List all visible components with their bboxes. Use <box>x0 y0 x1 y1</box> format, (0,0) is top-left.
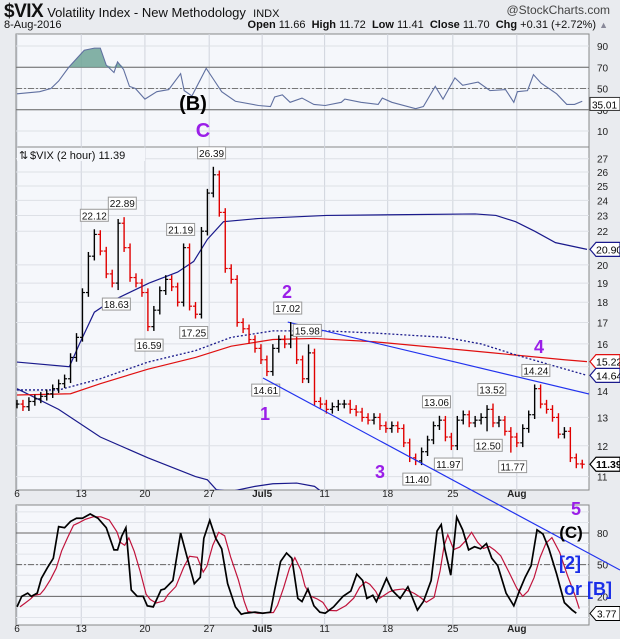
price-annotation: 11.97 <box>436 460 461 471</box>
price-tick-label: 18 <box>597 298 609 309</box>
price-annotation: 14.61 <box>253 386 278 397</box>
x-tick-label: Aug <box>507 489 526 500</box>
wave-label-w2: 2 <box>282 282 292 302</box>
wave-label-alt2: [2] <box>559 553 581 573</box>
price-annotation: 12.50 <box>476 441 501 452</box>
x-tick-label: 11 <box>319 489 330 500</box>
price-tick-label: 24 <box>597 196 609 207</box>
price-annotation: 17.02 <box>275 304 300 315</box>
x-tick-label: 11 <box>319 624 330 635</box>
price-annotation: 11.77 <box>500 463 525 474</box>
price-tick-label: 20 <box>597 261 609 272</box>
x-tick-label: Jul5 <box>252 624 272 635</box>
rsi-tick-label: 70 <box>597 63 609 74</box>
wave-label-w3: 3 <box>375 462 385 482</box>
x-tick-label: 6 <box>14 489 20 500</box>
price-annotation: 16.59 <box>137 341 162 352</box>
rsi-panel <box>15 33 590 148</box>
rsi-tick-label: 90 <box>597 42 609 53</box>
price-tick-label: 25 <box>597 182 609 193</box>
x-tick-label: 18 <box>382 624 394 635</box>
updown-icon: ⇅ <box>19 150 28 162</box>
x-tick-label: 25 <box>447 624 459 635</box>
price-annotation: 26.39 <box>199 149 224 160</box>
stoch-tick-label: 80 <box>597 529 609 540</box>
wave-label-w5: 5 <box>571 499 581 519</box>
price-tick-label: 17 <box>597 318 609 329</box>
price-annotation: 22.89 <box>110 199 135 210</box>
x-tick-label: 13 <box>76 489 88 500</box>
price-annotation: 15.98 <box>295 326 320 337</box>
price-annotation: 13.06 <box>424 398 449 409</box>
wave-label-w4: 4 <box>534 337 544 357</box>
price-annotation: 11.40 <box>405 475 430 486</box>
price-annotation: 18.63 <box>104 300 129 311</box>
x-tick-label: 25 <box>447 489 459 500</box>
price-last-value: 11.39 <box>596 459 620 471</box>
price-annotation: 22.12 <box>82 211 107 222</box>
price-annotation: 13.52 <box>479 386 504 397</box>
price-annotation: 21.19 <box>168 225 193 236</box>
x-tick-label: 6 <box>14 624 20 635</box>
x-tick-label: Jul5 <box>252 489 272 500</box>
x-tick-label: 20 <box>139 624 151 635</box>
x-tick-label: 13 <box>76 624 88 635</box>
x-tick-label: Aug <box>507 624 526 635</box>
price-legend: $VIX (2 hour) 11.39 <box>30 150 125 162</box>
rsi-last-value: 35.01 <box>592 100 617 111</box>
rsi-tick-label: 10 <box>597 127 609 138</box>
x-tick-label: 27 <box>204 624 216 635</box>
x-tick-label: 27 <box>204 489 216 500</box>
price-tick-label: 11 <box>597 473 608 484</box>
wave-label-c: C <box>196 120 210 142</box>
upper-band-value: 20.90 <box>596 244 620 256</box>
price-tick-label: 23 <box>597 211 609 222</box>
chart-container: $VIX Volatility Index - New Methodology I… <box>0 0 620 639</box>
price-tick-label: 22 <box>597 227 609 238</box>
price-tick-label: 26 <box>597 168 609 179</box>
wave-label-alt-or: or [B] <box>564 579 612 599</box>
price-tick-label: 14 <box>597 387 609 398</box>
price-tick-label: 19 <box>597 279 609 290</box>
x-tick-label: 18 <box>382 489 394 500</box>
x-tick-label: 20 <box>139 489 151 500</box>
stoch-last-value: 3.77 <box>597 609 617 620</box>
rsi-tick-label: 50 <box>597 85 609 96</box>
wave-label-w1: 1 <box>260 404 270 424</box>
moving-average-value: 15.22 <box>596 357 620 369</box>
price-tick-label: 13 <box>597 413 609 424</box>
wave-label-b-paren: (B) <box>179 93 207 115</box>
chart-canvas: 66131320202727Jul5Jul5111118182525AugAug… <box>14 33 620 635</box>
wave-label-c-paren: (C) <box>559 523 583 542</box>
price-tick-label: 12 <box>597 442 609 453</box>
price-tick-label: 16 <box>597 340 609 351</box>
price-tick-label: 27 <box>597 155 609 166</box>
price-annotation: 17.25 <box>181 329 206 340</box>
price-annotation: 14.24 <box>523 366 548 377</box>
dotted-average-value: 14.64 <box>596 370 620 382</box>
price-panel <box>15 146 590 491</box>
